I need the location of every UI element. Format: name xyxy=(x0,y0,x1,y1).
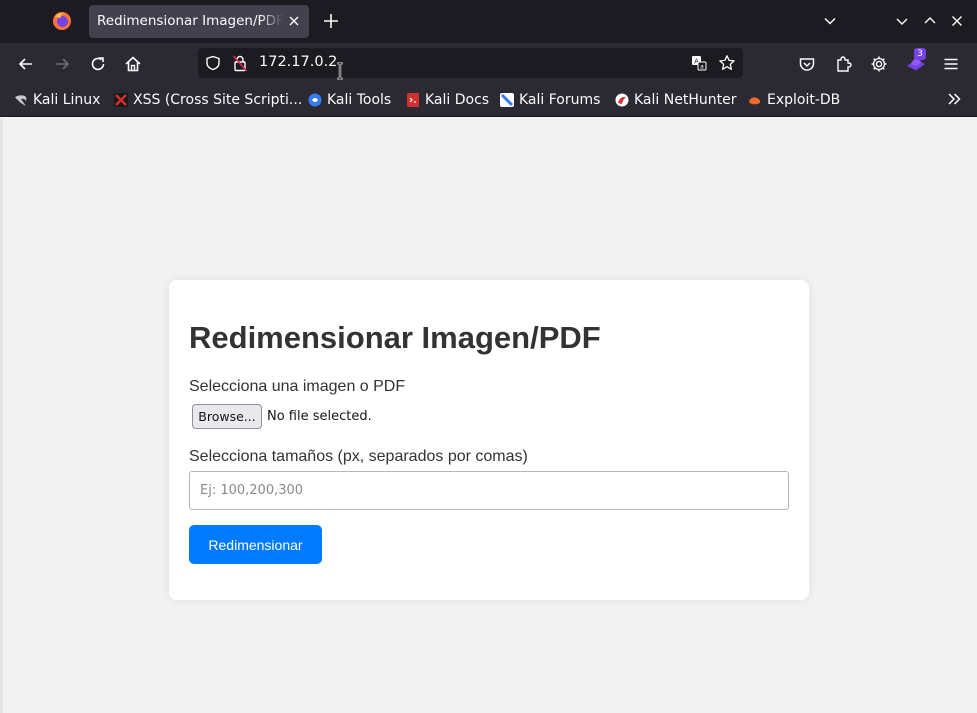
svg-text:a: a xyxy=(700,64,704,71)
bookmark-kali-forums[interactable]: Kali Forums xyxy=(500,91,600,109)
home-icon[interactable] xyxy=(123,54,143,74)
extensions-puzzle-icon[interactable] xyxy=(833,54,853,74)
translate-icon[interactable]: A a xyxy=(691,55,707,71)
kali-docs-icon xyxy=(407,93,419,107)
address-bar[interactable]: 172.17.0.2 A a xyxy=(198,48,743,78)
navigation-toolbar: 172.17.0.2 A a 3 xyxy=(0,43,977,84)
resize-submit-button[interactable]: Redimensionar xyxy=(189,525,322,564)
insecure-lock-icon[interactable] xyxy=(232,54,248,72)
url-text[interactable]: 172.17.0.2 xyxy=(259,54,337,70)
kali-forums-icon xyxy=(500,93,514,107)
settings-gear-icon[interactable] xyxy=(869,54,889,74)
tracking-protection-shield-icon[interactable] xyxy=(205,55,221,71)
extension-badge-count: 3 xyxy=(914,48,926,60)
window-edge xyxy=(0,118,3,713)
page-viewport: Redimensionar Imagen/PDF Selecciona una … xyxy=(0,118,977,713)
hamburger-menu-icon[interactable] xyxy=(941,54,961,74)
pocket-icon[interactable] xyxy=(797,54,817,74)
kali-tools-icon xyxy=(308,93,322,107)
close-tab-icon[interactable] xyxy=(286,13,302,29)
bookmark-kali-linux[interactable]: Kali Linux xyxy=(14,91,100,109)
window-close-icon[interactable] xyxy=(949,13,965,29)
file-input-label: Selecciona una imagen o PDF xyxy=(189,378,406,395)
firefox-logo-icon[interactable] xyxy=(52,11,72,31)
chevron-down-icon[interactable] xyxy=(822,13,838,29)
back-arrow-icon[interactable] xyxy=(16,54,36,74)
sizes-input-label: Selecciona tamaños (px, separados por co… xyxy=(189,448,528,465)
extension-button[interactable]: 3 xyxy=(905,48,929,75)
resize-form-card: Redimensionar Imagen/PDF Selecciona una … xyxy=(169,280,809,600)
sizes-input[interactable] xyxy=(189,471,789,510)
nethunter-icon xyxy=(615,93,629,107)
bookmark-star-icon[interactable] xyxy=(718,54,736,72)
tab-bar: Redimensionar Imagen/PDF xyxy=(0,0,977,43)
bookmark-xss[interactable]: XSS (Cross Site Scripti... xyxy=(114,91,302,109)
bookmarks-toolbar: Kali Linux XSS (Cross Site Scripti... Ka… xyxy=(0,84,977,117)
text-cursor-icon xyxy=(337,62,343,80)
tab-title: Redimensionar Imagen/PDF xyxy=(97,13,283,29)
bookmark-kali-docs[interactable]: Kali Docs xyxy=(406,91,489,109)
bookmarks-overflow-chevron-icon[interactable] xyxy=(946,91,962,107)
window-minimize-icon[interactable] xyxy=(894,13,910,29)
forward-arrow-icon[interactable] xyxy=(52,54,72,74)
window-maximize-icon[interactable] xyxy=(922,13,938,29)
bookmark-exploit-db[interactable]: Exploit-DB xyxy=(748,91,840,109)
reload-icon[interactable] xyxy=(88,54,108,74)
kali-dragon-icon xyxy=(15,95,27,106)
file-status-text: No file selected. xyxy=(267,409,372,424)
tab-active[interactable]: Redimensionar Imagen/PDF xyxy=(89,5,309,38)
page-title: Redimensionar Imagen/PDF xyxy=(189,320,601,355)
new-tab-icon[interactable] xyxy=(322,12,340,30)
bookmark-kali-tools[interactable]: Kali Tools xyxy=(308,91,391,109)
bookmark-kali-nethunter[interactable]: Kali NetHunter xyxy=(615,91,736,109)
xss-icon xyxy=(114,93,128,107)
exploit-db-icon xyxy=(749,97,761,105)
browse-button[interactable]: Browse... xyxy=(192,404,262,429)
